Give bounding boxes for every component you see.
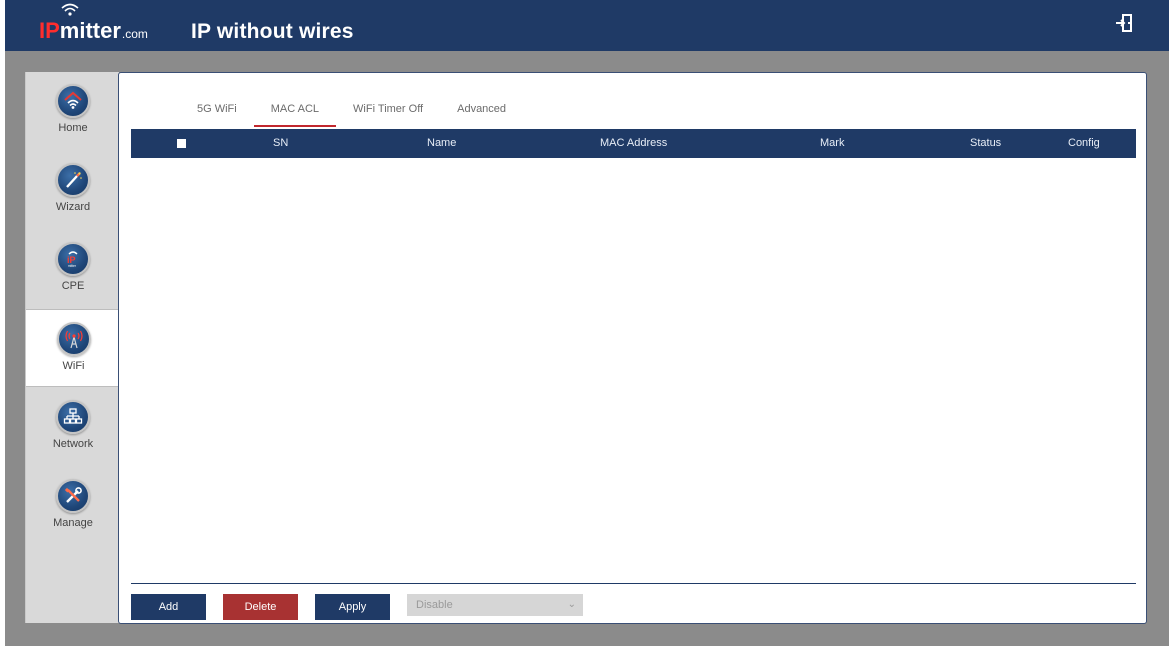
brand-logo[interactable]: IPmitter.com	[39, 18, 148, 46]
column-header-config: Config	[1068, 137, 1100, 149]
select-all-checkbox[interactable]	[177, 139, 186, 148]
sidebar-item-label: Manage	[53, 517, 93, 529]
sidebar-item-label: CPE	[61, 280, 85, 292]
logo-prefix: IP	[39, 18, 60, 43]
tab-5g-wifi[interactable]: 5G WiFi	[180, 101, 254, 129]
sidebar-item-wizard[interactable]: Wizard	[26, 151, 120, 229]
svg-text:mitter: mitter	[68, 264, 77, 268]
add-button[interactable]: Add	[131, 594, 206, 620]
tab-bar: 5G WiFi MAC ACL WiFi Timer Off Advanced	[180, 101, 523, 131]
sidebar-item-manage[interactable]: Manage	[26, 467, 120, 545]
logo-suffix: .com	[121, 27, 148, 41]
column-header-name: Name	[427, 137, 457, 149]
sidebar-item-cpe[interactable]: iP mitter CPE	[26, 230, 120, 308]
acl-mode-value: Disable	[416, 599, 453, 611]
sidebar-item-label: Home	[58, 122, 88, 134]
ipmitter-cpe-icon: iP mitter	[56, 242, 90, 276]
antenna-icon	[56, 322, 91, 356]
sidebar-item-home[interactable]: Home	[26, 72, 120, 150]
sidebar-item-label: Network	[52, 438, 94, 450]
column-header-sn: SN	[273, 137, 289, 149]
logo-wifi-icon	[61, 3, 79, 16]
sidebar-item-label: WiFi	[62, 360, 85, 372]
network-icon	[56, 400, 90, 434]
chevron-down-icon: ⌄	[567, 599, 576, 610]
main-panel: 5G WiFi MAC ACL WiFi Timer Off Advanced …	[118, 72, 1147, 624]
footer-divider	[131, 583, 1136, 584]
tab-wifi-timer-off[interactable]: WiFi Timer Off	[336, 101, 440, 129]
top-header: IPmitter.com IP without wires	[5, 0, 1169, 51]
acl-mode-select[interactable]: Disable ⌄	[407, 594, 583, 616]
apply-button[interactable]: Apply	[315, 594, 390, 620]
sidebar-item-label: Wizard	[55, 201, 91, 213]
column-header-mac-address: MAC Address	[600, 137, 668, 149]
tab-mac-acl[interactable]: MAC ACL	[253, 101, 337, 129]
home-wifi-icon	[56, 84, 90, 118]
tab-advanced[interactable]: Advanced	[440, 101, 523, 129]
sidebar-item-wifi[interactable]: WiFi	[26, 309, 121, 387]
sidebar-item-network[interactable]: Network	[26, 388, 120, 466]
delete-button[interactable]: Delete	[223, 594, 298, 620]
app-title: IP without wires	[191, 20, 354, 43]
tools-icon	[56, 479, 90, 513]
logo-main: mitter	[59, 18, 121, 43]
logout-icon[interactable]	[1115, 13, 1133, 33]
wand-icon	[56, 163, 90, 197]
sidebar: Home Wizard iP mitter CPE WiFi Network M…	[25, 72, 121, 623]
column-header-status: Status	[970, 137, 1002, 149]
mac-acl-table-header: SN Name MAC Address Mark Status Config	[131, 129, 1136, 158]
column-header-mark: Mark	[820, 137, 845, 149]
